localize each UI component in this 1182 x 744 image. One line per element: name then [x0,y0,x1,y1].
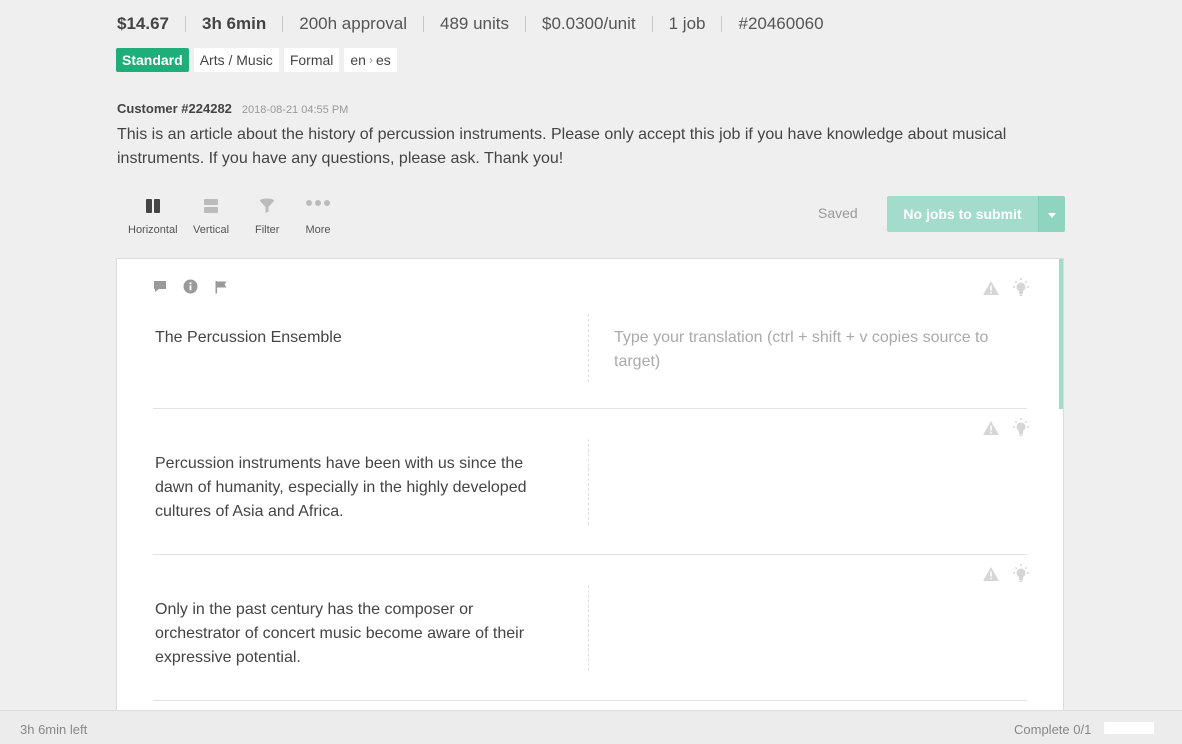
more-icon [305,194,331,212]
segment-divider [588,439,589,525]
job-stats: $14.67 3h 6min 200h approval 489 units $… [117,12,824,36]
segment-source-text: The Percussion Ensemble [155,329,342,346]
horizontal-layout-icon [145,194,161,218]
segment-separator [153,700,1027,701]
job-units: 489 units [440,14,510,33]
completion-status: Complete 0/1 [1014,722,1092,737]
segment-target-input[interactable]: Type your translation (ctrl + shift + v … [614,326,1034,374]
horizontal-layout-label: Horizontal [128,224,178,236]
segment-separator [153,408,1027,409]
warning-icon[interactable] [982,280,1000,301]
info-icon[interactable] [183,279,198,294]
more-button[interactable]: More [305,194,331,236]
divider [525,16,527,32]
time-left: 3h 6min left [20,722,88,737]
tier-badge: Standard [116,48,189,72]
filter-button[interactable]: Filter [255,194,279,236]
language-pair-tag: en › es [344,48,397,72]
more-label: More [305,224,331,236]
segment-source-text: Only in the past century has the compose… [155,601,525,666]
segment-target-input[interactable] [614,598,1034,670]
lightbulb-icon[interactable] [1010,417,1032,444]
segment-source-text: Percussion instruments have been with us… [155,455,527,520]
filter-label: Filter [255,224,280,236]
segment-divider [588,585,589,671]
vertical-layout-icon [203,194,219,218]
customer-name: Customer #224282 [117,101,232,116]
job-duration: 3h 6min [202,14,267,33]
customer-date: 2018-08-21 04:55 PM [241,104,349,116]
editor-scrollbar[interactable] [1059,259,1063,409]
save-status: Saved [818,205,858,221]
source-language: en [350,52,366,68]
divider [721,16,723,32]
job-approval: 200h approval [299,14,408,33]
filter-icon [258,194,276,218]
completion-progress-bar [1104,722,1154,734]
lightbulb-icon[interactable] [1010,277,1032,304]
segment-divider [588,314,589,382]
customer-info: Customer #224282 2018-08-21 04:55 PM [117,101,348,116]
customer-instructions: This is an article about the history of … [117,126,1007,167]
job-count: 1 job [668,14,706,33]
segment-tools [153,279,228,294]
lightbulb-icon[interactable] [1010,563,1032,590]
segment-status-icons [982,563,1032,590]
divider [185,16,186,32]
submit-button-group: No jobs to submit [887,196,1065,232]
job-rate: $0.0300/unit [542,14,636,33]
vertical-layout-label: Vertical [193,224,230,236]
warning-icon[interactable] [982,566,1000,587]
tone-tag: Formal [283,48,340,72]
chevron-right-icon: › [368,53,373,67]
comment-icon[interactable] [153,280,167,294]
divider [651,16,653,32]
horizontal-layout-button[interactable]: Horizontal [128,194,178,236]
job-price: $14.67 [117,14,169,33]
segment-status-icons [982,417,1032,444]
job-tags: Standard Arts / Music Formal en › es [116,48,397,72]
divider [423,16,425,32]
vertical-layout-button[interactable]: Vertical [193,194,229,236]
submit-dropdown-toggle[interactable] [1038,196,1065,232]
submit-button[interactable]: No jobs to submit [887,196,1038,232]
status-footer: 3h 6min left Complete 0/1 [0,710,1182,744]
translation-editor: The Percussion Ensemble Type your transl… [116,258,1064,718]
segment-status-icons [982,277,1032,304]
chevron-down-icon [1048,205,1056,223]
job-id: #20460060 [738,14,824,33]
divider [282,16,284,32]
segment-separator [153,554,1027,555]
topic-tag: Arts / Music [193,48,279,72]
segment-target-input[interactable] [614,452,1034,524]
target-language: es [375,52,391,68]
warning-icon[interactable] [982,420,1000,441]
flag-icon[interactable] [214,280,228,294]
